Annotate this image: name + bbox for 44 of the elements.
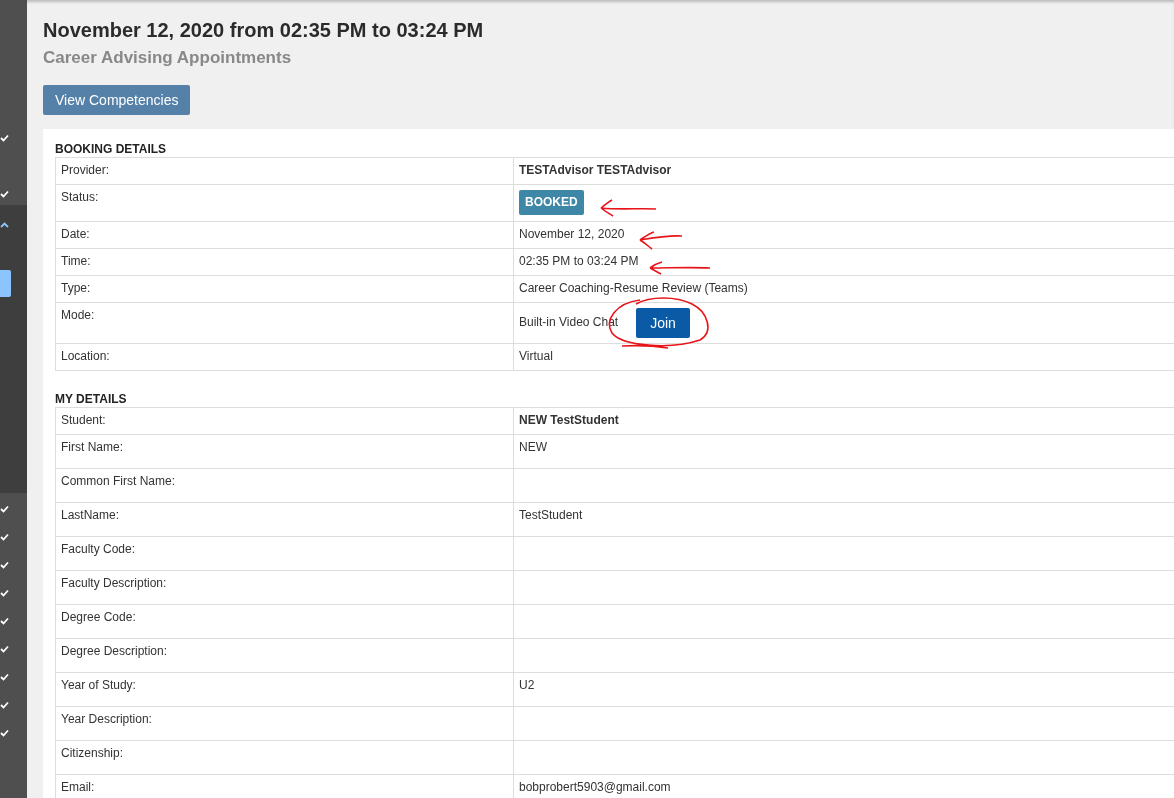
check-icon	[0, 701, 9, 709]
status-badge: BOOKED	[519, 190, 584, 215]
sidebar-item[interactable]	[0, 270, 11, 297]
field-label: Faculty Code:	[55, 536, 514, 571]
field-label: Time:	[55, 248, 514, 276]
caret-up-icon	[0, 222, 9, 228]
check-icon	[0, 589, 9, 597]
field-label: Status:	[55, 184, 514, 222]
field-label: First Name:	[55, 434, 514, 469]
field-label: LastName:	[55, 502, 514, 537]
field-label: Degree Description:	[55, 638, 514, 673]
field-label: Common First Name:	[55, 468, 514, 503]
check-icon	[0, 505, 9, 513]
check-icon	[0, 729, 9, 737]
annotation-arrow	[649, 261, 711, 275]
field-label: Faculty Description:	[55, 570, 514, 605]
check-icon	[0, 617, 9, 625]
field-label: Year of Study:	[55, 672, 514, 707]
field-value: TESTAdvisor TESTAdvisor	[513, 157, 1174, 185]
field-label: Type:	[55, 275, 514, 303]
check-icon	[0, 561, 9, 569]
section-heading: MY DETAILS	[55, 391, 128, 407]
field-value: NEW TestStudent	[513, 407, 1174, 435]
field-label: Degree Code:	[55, 604, 514, 639]
view-competencies-button[interactable]: View Competencies	[43, 85, 191, 115]
check-icon	[0, 533, 9, 541]
annotation-arrow	[639, 231, 683, 250]
field-label: Email:	[55, 774, 514, 798]
check-icon	[0, 190, 9, 198]
check-icon	[0, 645, 9, 653]
field-label: Location:	[55, 343, 514, 371]
field-label: Mode:	[55, 302, 514, 344]
check-icon	[0, 134, 9, 142]
field-label: Year Description:	[55, 706, 514, 741]
field-label: Citizenship:	[55, 740, 514, 775]
field-label: Student:	[55, 407, 514, 435]
page-title: November 12, 2020 from 02:35 PM to 03:24 PM	[43, 18, 485, 42]
section-heading: BOOKING DETAILS	[55, 141, 168, 157]
join-button[interactable]: Join	[636, 308, 690, 338]
annotation-arrow	[600, 199, 657, 217]
field-label: Provider:	[55, 157, 514, 185]
check-icon	[0, 673, 9, 681]
page-subtitle: Career Advising Appointments	[43, 47, 293, 69]
field-label: Date:	[55, 221, 514, 249]
